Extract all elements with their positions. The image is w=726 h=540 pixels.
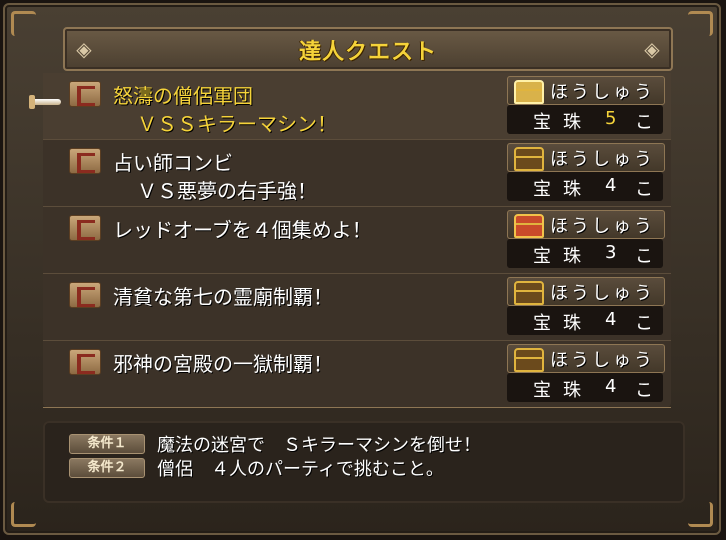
red-chest-icon (514, 214, 544, 238)
reward-item: 宝珠 (533, 179, 593, 200)
reward-box: ほうしゅう 宝珠 4 こ (507, 344, 665, 402)
frame-corner-ornament (688, 11, 713, 36)
quest-name-line2: ＶＳＳキラーマシン！ (137, 112, 337, 136)
reward-label: ほうしゅう (550, 350, 655, 371)
reward-label: ほうしゅう (550, 149, 655, 170)
condition-badge: 条件２ (69, 458, 145, 478)
quest-scroll-icon (69, 148, 101, 174)
reward-box: ほうしゅう 宝珠 3 こ (507, 210, 665, 268)
reward-unit: こ (635, 179, 653, 200)
quest-row[interactable]: 怒濤の僧侶軍団 ＶＳＳキラーマシン！ ほうしゅう 宝珠 5 こ (43, 73, 671, 140)
gold-chest-icon (514, 80, 544, 104)
quest-scroll-icon (69, 215, 101, 241)
reward-count: 5 (605, 108, 617, 129)
reward-count: 3 (605, 242, 617, 263)
reward-unit: こ (635, 112, 653, 133)
divider (43, 407, 671, 416)
quest-name: 邪神の宮殿の一獄制覇！ (113, 352, 333, 376)
ornament-icon: ◈ (644, 37, 660, 61)
quest-name: 清貧な第七の霊廟制覇！ (113, 285, 333, 309)
reward-box: ほうしゅう 宝珠 4 こ (507, 143, 665, 201)
quest-scroll-icon (69, 282, 101, 308)
reward-item: 宝珠 (533, 112, 593, 133)
reward-box: ほうしゅう 宝珠 5 こ (507, 76, 665, 134)
reward-label: ほうしゅう (550, 216, 655, 237)
quest-scroll-icon (69, 349, 101, 375)
reward-count: 4 (605, 376, 617, 397)
quest-row[interactable]: 邪神の宮殿の一獄制覇！ ほうしゅう 宝珠 4 こ (43, 341, 671, 407)
reward-item: 宝珠 (533, 246, 593, 267)
quest-window: ◈ 達人クエスト ◈ 怒濤の僧侶軍団 ＶＳＳキラーマシン！ ほうしゅう 宝珠 5… (3, 3, 721, 535)
quest-name: 占い師コンビ (113, 151, 233, 175)
condition-badge: 条件１ (69, 434, 145, 454)
reward-count: 4 (605, 309, 617, 330)
reward-unit: こ (635, 246, 653, 267)
quest-name: 怒濤の僧侶軍団 (113, 84, 253, 108)
condition-text: 僧侶 ４人のパーティで挑むこと。 (157, 459, 444, 480)
reward-count: 4 (605, 175, 617, 196)
title-bar: ◈ 達人クエスト ◈ (63, 27, 673, 71)
reward-item: 宝珠 (533, 313, 593, 334)
reward-label: ほうしゅう (550, 283, 655, 304)
conditions-panel: 条件１ 魔法の迷宮で Ｓキラーマシンを倒せ！ 条件２ 僧侶 ４人のパーティで挑む… (43, 421, 685, 503)
quest-row[interactable]: 清貧な第七の霊廟制覇！ ほうしゅう 宝珠 4 こ (43, 274, 671, 341)
reward-item: 宝珠 (533, 380, 593, 401)
frame-corner-ornament (11, 11, 36, 36)
selection-cursor-icon (25, 95, 63, 109)
quest-name-line2: ＶＳ悪夢の右手強！ (137, 179, 317, 203)
reward-box: ほうしゅう 宝珠 4 こ (507, 277, 665, 335)
frame-corner-ornament (688, 502, 713, 527)
quest-row[interactable]: 占い師コンビ ＶＳ悪夢の右手強！ ほうしゅう 宝珠 4 こ (43, 140, 671, 207)
quest-list: 怒濤の僧侶軍団 ＶＳＳキラーマシン！ ほうしゅう 宝珠 5 こ 占い師コンビ Ｖ… (43, 73, 671, 407)
quest-row[interactable]: レッドオーブを４個集めよ！ ほうしゅう 宝珠 3 こ (43, 207, 671, 274)
reward-unit: こ (635, 313, 653, 334)
window-title: 達人クエスト (298, 40, 437, 65)
brown-chest-icon (514, 281, 544, 305)
quest-name: レッドオーブを４個集めよ！ (113, 218, 372, 242)
frame-corner-ornament (11, 502, 36, 527)
brown-chest-icon (514, 348, 544, 372)
brown-chest-icon (514, 147, 544, 171)
quest-scroll-icon (69, 81, 101, 107)
reward-unit: こ (635, 380, 653, 401)
reward-label: ほうしゅう (550, 82, 655, 103)
condition-text: 魔法の迷宮で Ｓキラーマシンを倒せ！ (157, 435, 481, 456)
